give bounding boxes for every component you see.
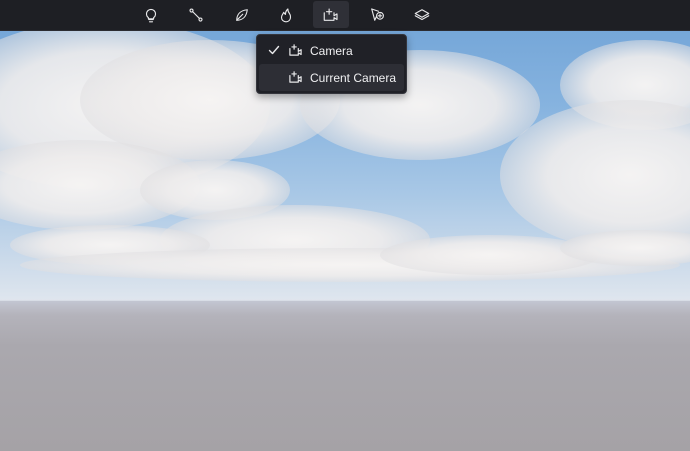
checkmark-icon — [268, 44, 280, 56]
layers-tool-button[interactable] — [404, 1, 440, 28]
camera-add-icon — [288, 43, 303, 57]
flame-icon — [280, 7, 292, 22]
lightbulb-icon — [145, 8, 157, 22]
scene-viewport[interactable]: Camera Current Camera — [0, 0, 690, 451]
add-marker-tool-button[interactable] — [359, 1, 395, 28]
fire-tool-button[interactable] — [268, 1, 304, 28]
menu-item-label: Current Camera — [310, 71, 397, 85]
add-camera-tool-button[interactable] — [313, 1, 349, 28]
camera-dropdown-menu: Camera Current Camera — [256, 34, 407, 94]
path-tool-button[interactable] — [178, 1, 214, 28]
camera-add-icon — [288, 70, 303, 84]
path-nodes-icon — [189, 7, 203, 22]
leaf-icon — [236, 8, 248, 21]
ground-plane — [0, 301, 690, 451]
menu-item-camera[interactable]: Camera — [259, 37, 404, 64]
layers-icon — [414, 8, 430, 20]
foliage-tool-button[interactable] — [224, 1, 260, 28]
menu-item-current-camera[interactable]: Current Camera — [259, 64, 404, 91]
menu-item-label: Camera — [310, 44, 353, 58]
camera-add-icon — [323, 7, 338, 21]
light-tool-button[interactable] — [133, 1, 169, 28]
cursor-add-icon — [371, 7, 384, 21]
top-toolbar — [0, 0, 690, 31]
